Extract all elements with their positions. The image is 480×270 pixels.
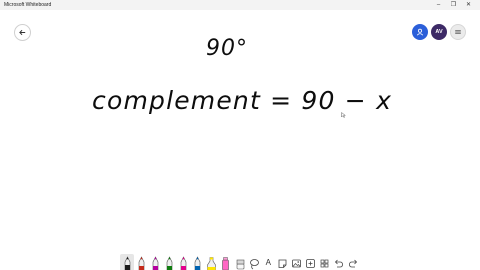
pen-blue-tool[interactable] [191,254,205,270]
add-content-tool[interactable] [304,254,318,270]
lasso-icon [249,259,259,270]
person-icon [416,28,424,36]
pen-red-icon [138,256,144,270]
share-button[interactable] [412,24,428,40]
pen-pink-icon [180,256,187,270]
menu-button[interactable] [450,24,466,40]
pen-green-icon [166,256,173,270]
app-title: Microsoft Whiteboard [4,2,52,8]
text-icon: A [265,258,271,267]
sticky-note-tool[interactable] [275,254,289,270]
image-icon [292,259,301,268]
undo-icon [335,259,344,268]
eraser-icon [236,259,244,270]
pen-black-tool[interactable] [120,254,135,270]
title-bar: Microsoft Whiteboard – ❐ ✕ [0,0,480,10]
grid-icon [320,259,329,268]
eraser-tool[interactable] [233,254,247,270]
more-tools[interactable] [318,254,332,270]
add-icon [306,259,316,268]
pen-magenta-icon [152,256,159,270]
undo-button[interactable] [332,254,346,270]
restore-button[interactable]: ❐ [446,0,461,10]
highlighter-pink-tool[interactable] [219,254,233,270]
close-button[interactable]: ✕ [461,0,476,10]
arrow-left-icon [19,29,26,36]
ink-text-90-degrees: 90° [206,36,248,61]
ink-toolbar: A [120,254,360,270]
pen-red-tool[interactable] [134,254,148,270]
pen-blue-icon [194,256,201,270]
redo-button[interactable] [346,254,360,270]
image-tool[interactable] [290,254,304,270]
text-tool[interactable]: A [261,254,275,270]
pen-green-tool[interactable] [162,254,176,270]
highlighter-pink-icon [222,257,230,270]
avatar[interactable]: AV [431,24,447,40]
highlighter-yellow-icon [207,257,217,270]
ink-text-complement-equation: complement = 90 − x [92,86,393,115]
pen-pink-tool[interactable] [177,254,191,270]
lasso-tool[interactable] [247,254,261,270]
redo-icon [348,259,357,268]
pen-black-icon [124,256,130,270]
sticky-note-icon [278,259,287,268]
mouse-cursor-icon [341,112,346,118]
hamburger-icon [455,30,461,34]
window-controls: – ❐ ✕ [431,0,476,10]
pen-magenta-tool[interactable] [148,254,162,270]
back-button[interactable] [14,24,31,41]
minimize-button[interactable]: – [431,0,446,10]
highlighter-yellow-tool[interactable] [205,254,219,270]
